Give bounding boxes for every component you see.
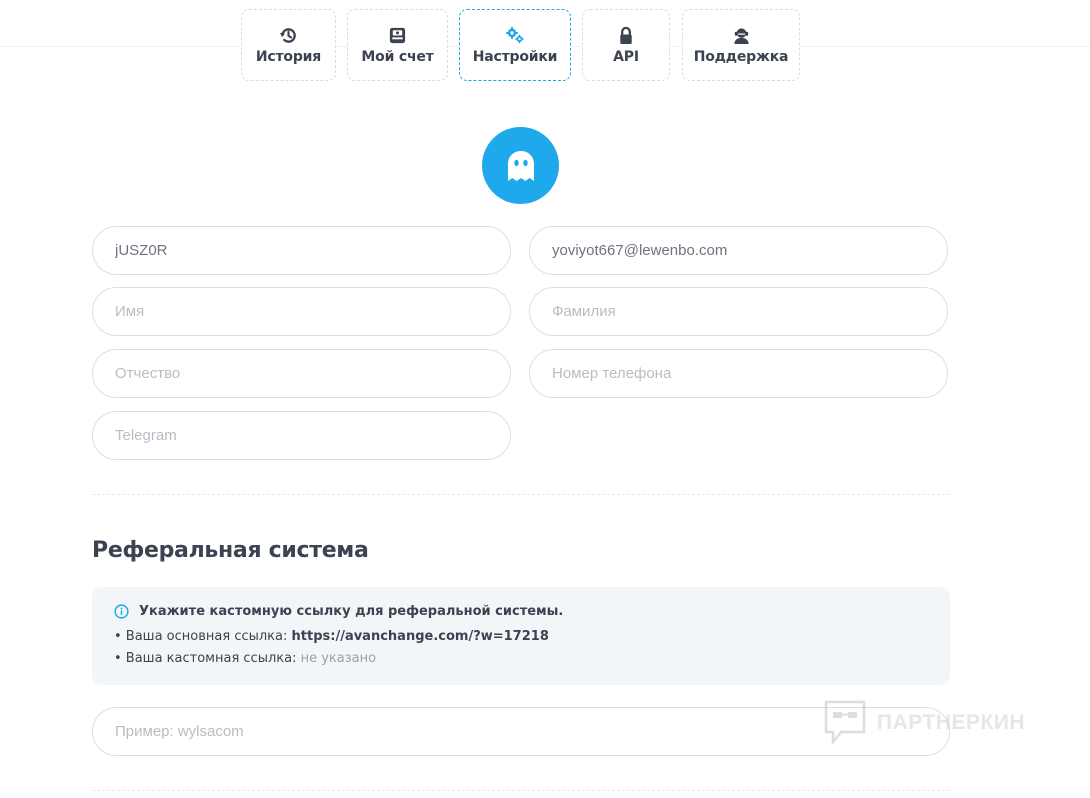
wallet-icon xyxy=(388,25,408,45)
info-icon xyxy=(114,604,129,619)
tab-history-label: История xyxy=(255,49,322,65)
lock-icon xyxy=(616,25,636,45)
history-icon xyxy=(279,25,299,45)
watermark-logo-icon xyxy=(823,699,867,747)
watermark-text: ПАРТНЕРКИН xyxy=(877,711,1026,734)
main-link-value[interactable]: https://avanchange.com/?w=17218 xyxy=(292,629,549,644)
custom-link-value: не указано xyxy=(300,651,377,666)
support-agent-icon xyxy=(731,25,751,45)
login-field[interactable] xyxy=(92,226,511,275)
tab-account-label: Мой счет xyxy=(361,49,434,65)
tab-history[interactable]: История xyxy=(241,9,336,81)
last-name-field[interactable] xyxy=(529,287,948,336)
phone-field[interactable] xyxy=(529,349,948,398)
ghost-icon xyxy=(505,149,537,183)
tab-support-label: Поддержка xyxy=(693,49,789,65)
custom-link-label: • Ваша кастомная ссылка: xyxy=(114,651,301,666)
tab-api[interactable]: API xyxy=(582,9,670,81)
user-avatar[interactable] xyxy=(482,127,559,204)
referral-info-box: Укажите кастомную ссылку для реферальной… xyxy=(92,587,950,685)
referral-section-title: Реферальная система xyxy=(92,538,369,563)
tab-api-label: API xyxy=(613,49,639,65)
email-field[interactable] xyxy=(529,226,948,275)
watermark: ПАРТНЕРКИН xyxy=(823,699,1025,747)
section-divider xyxy=(92,494,950,495)
gears-icon xyxy=(505,25,525,45)
settings-tabs: История Мой счет Настройки API Поддержка xyxy=(0,9,1090,83)
middle-name-field[interactable] xyxy=(92,349,511,398)
custom-referral-input[interactable] xyxy=(92,707,950,756)
main-link-label: • Ваша основная ссылка: xyxy=(114,629,292,644)
tab-settings[interactable]: Настройки xyxy=(459,9,571,81)
main-link-line: • Ваша основная ссылка: https://avanchan… xyxy=(114,626,928,648)
custom-link-line: • Ваша кастомная ссылка: не указано xyxy=(114,648,928,670)
first-name-field[interactable] xyxy=(92,287,511,336)
tab-account[interactable]: Мой счет xyxy=(347,9,448,81)
telegram-field[interactable] xyxy=(92,411,511,460)
referral-info-title: Укажите кастомную ссылку для реферальной… xyxy=(139,604,564,619)
tab-support[interactable]: Поддержка xyxy=(682,9,800,81)
tab-settings-label: Настройки xyxy=(472,49,558,65)
bottom-divider xyxy=(92,790,950,791)
